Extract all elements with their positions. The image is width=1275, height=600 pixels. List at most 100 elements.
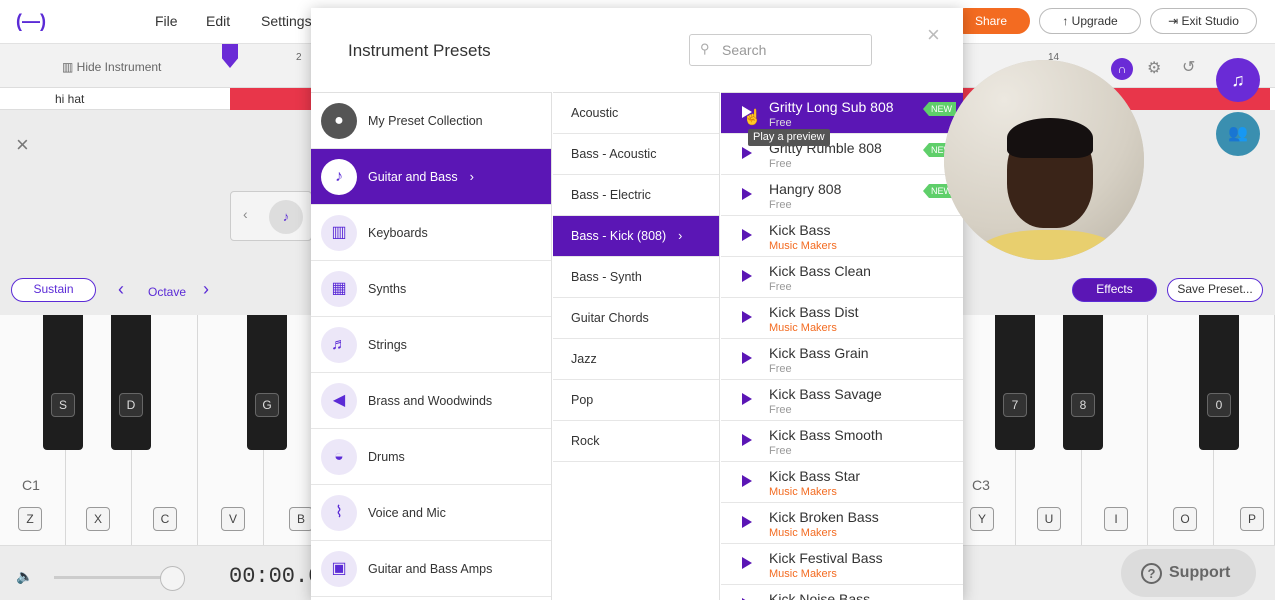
- play-icon[interactable]: [742, 434, 752, 446]
- save-preset-button[interactable]: Save Preset...: [1167, 278, 1263, 302]
- category-guitar-bass[interactable]: ♪ Guitar and Bass ›: [311, 149, 551, 205]
- category-voice[interactable]: ⌇ Voice and Mic: [311, 485, 551, 541]
- octave-up-button[interactable]: ›: [203, 279, 209, 300]
- play-icon[interactable]: [742, 475, 752, 487]
- key-label: 8: [1071, 393, 1095, 417]
- preset-item[interactable]: Kick Festival Bass Music Makers: [721, 544, 963, 585]
- category-my-presets[interactable]: ● My Preset Collection: [311, 93, 551, 149]
- modal-title: Instrument Presets: [348, 41, 491, 60]
- preset-tag: Free: [769, 363, 792, 375]
- category-brass[interactable]: ◀ Brass and Woodwinds: [311, 373, 551, 429]
- close-icon[interactable]: ×: [16, 132, 29, 158]
- black-key[interactable]: S: [43, 315, 83, 450]
- instrument-selector[interactable]: ‹ ♪: [230, 191, 312, 241]
- key-label: X: [86, 507, 110, 531]
- undo-icon[interactable]: ↺: [1182, 57, 1195, 77]
- preset-tag: Free: [769, 117, 792, 129]
- category-strings[interactable]: ♬ Strings: [311, 317, 551, 373]
- preset-item[interactable]: Kick Bass Smooth Free: [721, 421, 963, 462]
- play-icon[interactable]: [742, 352, 752, 364]
- track-header[interactable]: hi hat: [0, 88, 230, 110]
- menu-edit[interactable]: Edit: [206, 13, 230, 29]
- violin-icon: ♬: [321, 326, 357, 363]
- subcategory-item[interactable]: Rock: [553, 421, 719, 462]
- black-key[interactable]: 0: [1199, 315, 1239, 450]
- play-icon[interactable]: [742, 147, 752, 159]
- menu-settings[interactable]: Settings: [261, 13, 312, 29]
- category-synths[interactable]: ▦ Synths: [311, 261, 551, 317]
- volume-handle[interactable]: [160, 566, 185, 591]
- category-label: My Preset Collection: [368, 113, 483, 128]
- chevron-left-icon[interactable]: ‹: [243, 206, 248, 222]
- subcategory-item[interactable]: Bass - Acoustic: [553, 134, 719, 175]
- preset-tag: Music Makers: [769, 486, 837, 498]
- preset-tag: Music Makers: [769, 322, 837, 334]
- black-key[interactable]: G: [247, 315, 287, 450]
- subcategory-item[interactable]: Guitar Chords: [553, 298, 719, 339]
- black-key[interactable]: 8: [1063, 315, 1103, 450]
- category-label: Guitar and Bass: [368, 169, 458, 184]
- preset-item[interactable]: Kick Broken Bass Music Makers: [721, 503, 963, 544]
- upgrade-button[interactable]: ↑ Upgrade: [1039, 8, 1141, 34]
- key-label: P: [1240, 507, 1264, 531]
- sustain-button[interactable]: Sustain: [11, 278, 96, 302]
- preset-tag: Free: [769, 404, 792, 416]
- preset-item[interactable]: Kick Bass Music Makers: [721, 216, 963, 257]
- volume-slider[interactable]: [54, 576, 174, 579]
- preset-item[interactable]: Kick Noise Bass: [721, 585, 963, 600]
- category-amps[interactable]: ▣ Guitar and Bass Amps: [311, 541, 551, 597]
- horn-icon: ◀: [321, 382, 357, 419]
- effects-button[interactable]: Effects: [1072, 278, 1157, 302]
- category-label: Guitar and Bass Amps: [368, 561, 493, 576]
- subcategory-item[interactable]: Pop: [553, 380, 719, 421]
- menu-file[interactable]: File: [155, 13, 178, 29]
- category-keyboards[interactable]: ▥ Keyboards: [311, 205, 551, 261]
- play-icon[interactable]: [742, 270, 752, 282]
- volume-icon[interactable]: 🔈: [16, 568, 33, 585]
- guitar-icon: ♪: [269, 200, 303, 234]
- preset-item[interactable]: Kick Bass Savage Free: [721, 380, 963, 421]
- share-button[interactable]: Share: [952, 8, 1030, 34]
- preset-item[interactable]: Kick Bass Clean Free: [721, 257, 963, 298]
- time-display: 00:00.0: [229, 564, 322, 589]
- octave-label: Octave: [148, 285, 187, 299]
- key-label: Z: [18, 507, 42, 531]
- black-key[interactable]: 7: [995, 315, 1035, 450]
- preset-item[interactable]: Kick Bass Star Music Makers: [721, 462, 963, 503]
- play-icon[interactable]: [742, 229, 752, 241]
- webcam-overlay[interactable]: [944, 60, 1144, 260]
- subcategory-item-selected[interactable]: Bass - Kick (808) ›: [553, 216, 719, 257]
- subcategory-label: Bass - Kick (808): [571, 229, 667, 243]
- search-input[interactable]: ⚲ Search: [689, 34, 872, 66]
- collaborators-icon[interactable]: 👥: [1216, 112, 1260, 156]
- synth-icon: ▦: [321, 270, 357, 307]
- play-icon[interactable]: [742, 311, 752, 323]
- black-key[interactable]: D: [111, 315, 151, 450]
- subcategory-item[interactable]: Bass - Electric: [553, 175, 719, 216]
- play-icon[interactable]: [742, 516, 752, 528]
- preset-item[interactable]: Kick Bass Dist Music Makers: [721, 298, 963, 339]
- track-name: hi hat: [55, 92, 85, 106]
- play-icon[interactable]: [742, 188, 752, 200]
- amp-icon: ▣: [321, 550, 357, 587]
- preset-name: Kick Broken Bass: [769, 509, 879, 525]
- music-note-icon[interactable]: ♫: [1216, 58, 1260, 102]
- subcategory-item[interactable]: Acoustic: [553, 93, 719, 134]
- category-drums[interactable]: ◒ Drums: [311, 429, 551, 485]
- hide-instrument-button[interactable]: ▥ Hide Instrument: [62, 60, 161, 74]
- key-label: 0: [1207, 393, 1231, 417]
- preset-name: Gritty Long Sub 808: [769, 99, 894, 115]
- octave-c3-label: C3: [972, 477, 990, 493]
- play-icon[interactable]: [742, 393, 752, 405]
- octave-down-button[interactable]: ‹: [118, 279, 124, 300]
- preset-item[interactable]: Hangry 808 Free NEW: [721, 175, 963, 216]
- gear-icon[interactable]: ⚙: [1147, 58, 1161, 78]
- logo[interactable]: (—): [16, 9, 46, 33]
- exit-studio-button[interactable]: ⇥ Exit Studio: [1150, 8, 1257, 34]
- close-icon[interactable]: ×: [927, 22, 940, 48]
- subcategory-item[interactable]: Jazz: [553, 339, 719, 380]
- preset-item[interactable]: Kick Bass Grain Free: [721, 339, 963, 380]
- support-button[interactable]: ? Support: [1121, 549, 1256, 597]
- subcategory-item[interactable]: Bass - Synth: [553, 257, 719, 298]
- play-icon[interactable]: [742, 557, 752, 569]
